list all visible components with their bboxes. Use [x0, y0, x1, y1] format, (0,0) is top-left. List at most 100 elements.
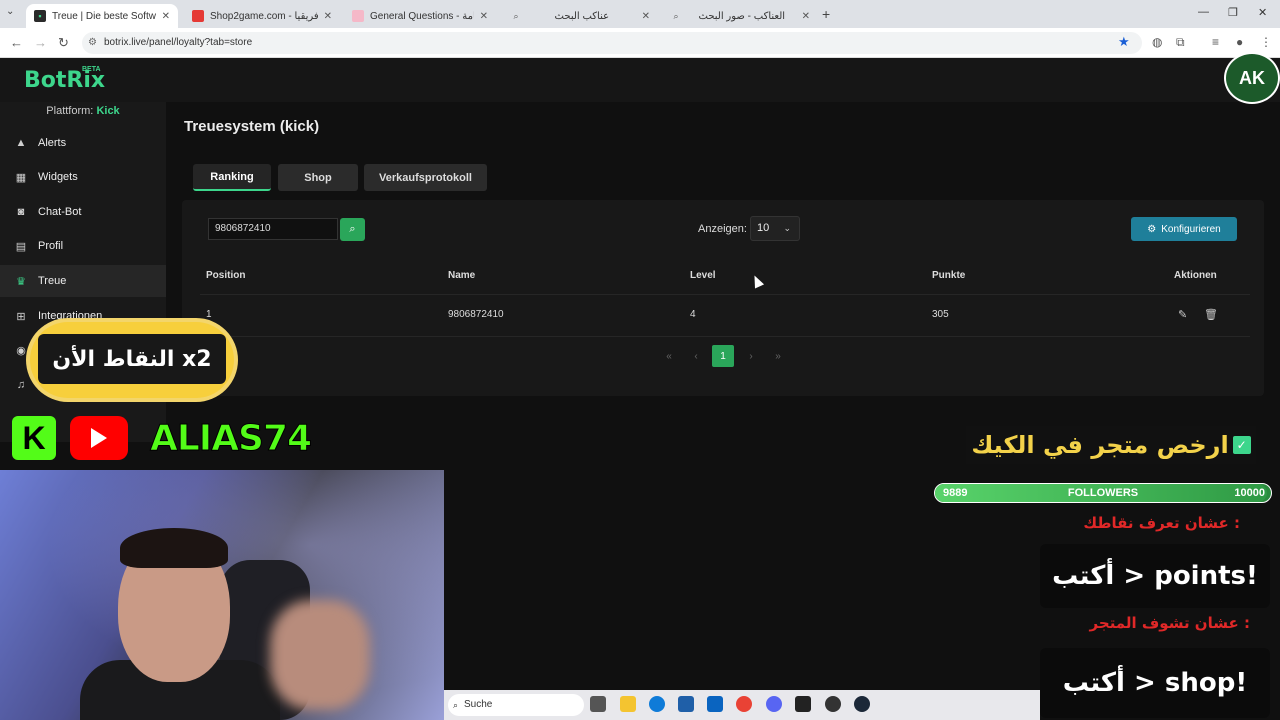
sidebar-item-label: Widgets — [38, 171, 78, 183]
page-title: Treuesystem (kick) — [184, 118, 320, 135]
search-icon: ⌕ — [673, 10, 679, 21]
search-button[interactable]: ⌕ — [340, 218, 365, 241]
robot-icon: ◙ — [17, 206, 25, 218]
grid-icon: ▦ — [15, 171, 27, 184]
taskbar-search-placeholder: Suche — [464, 699, 493, 710]
prev-page-icon[interactable]: ‹ — [685, 345, 707, 367]
tab-close-icon[interactable]: ✕ — [162, 11, 170, 22]
tab-close-icon[interactable]: ✕ — [480, 11, 488, 22]
steam-icon[interactable] — [854, 696, 870, 712]
tab-verkaufsprotokoll[interactable]: Verkaufsprotokoll — [364, 164, 487, 191]
cell-points: 305 — [932, 309, 949, 320]
tab-close-icon[interactable]: ✕ — [324, 11, 332, 22]
music-icon: ♫ — [16, 379, 26, 391]
sidebar-item-alerts[interactable]: ▲ Alerts — [0, 127, 166, 159]
address-bar-row: ← → ↻ ⚙ botrix.live/panel/loyalty?tab=st… — [0, 28, 1280, 58]
cell-name: 9806872410 — [448, 309, 504, 320]
url-field[interactable]: ⚙ botrix.live/panel/loyalty?tab=store — [82, 32, 1142, 54]
column-header-name[interactable]: Name — [448, 270, 475, 281]
menu-lines-icon[interactable]: ≡ — [1212, 35, 1219, 49]
tab-close-icon[interactable]: ✕ — [802, 11, 810, 22]
youtube-logo-icon — [70, 416, 128, 460]
minimize-icon[interactable]: — — [1198, 6, 1209, 18]
streamer-alias: ALIAS74 — [149, 418, 312, 460]
column-header-level[interactable]: Level — [690, 270, 716, 281]
search-input[interactable]: 9806872410 — [208, 218, 338, 240]
sidebar-item-label: Chat-Bot — [38, 206, 82, 218]
reload-icon[interactable]: ↻ — [58, 35, 69, 51]
sidebar-item-label: Treue — [38, 275, 67, 287]
browser-tab-active[interactable]: ▪ Treue | Die beste Software zur C ✕ — [26, 4, 178, 28]
avatar-text: AK — [1239, 67, 1265, 88]
header-divider — [200, 294, 1250, 295]
more-options-icon[interactable]: ⋮ — [1260, 35, 1272, 49]
search-icon: ⌕ — [349, 223, 356, 235]
sidebar-item-label: Profil — [38, 240, 64, 252]
column-header-position[interactable]: Position — [206, 270, 245, 281]
profile-icon[interactable]: ● — [1236, 35, 1243, 49]
back-icon[interactable]: ← — [10, 35, 23, 50]
taskbar-search[interactable]: ⌕ Suche — [448, 694, 584, 716]
tab-close-icon[interactable]: ✕ — [642, 11, 650, 22]
extension-icon[interactable]: ◍ — [1152, 35, 1162, 49]
new-tab-icon[interactable]: + — [822, 6, 830, 22]
avatar[interactable]: AK — [1224, 52, 1280, 104]
followers-goal: 10000 — [1234, 487, 1265, 499]
sidebar-item-chat-bot[interactable]: ◙ Chat-Bot — [0, 196, 166, 228]
kick-logo-icon: K — [12, 416, 56, 460]
tab-shop[interactable]: Shop — [278, 164, 358, 191]
sidebar-item-profil[interactable]: ▤ Profil — [0, 230, 166, 262]
tab-favicon-icon — [192, 10, 204, 22]
store-icon[interactable] — [678, 696, 694, 712]
points-multiplier-text: النقاط الأن x2 — [38, 334, 226, 384]
store-promo-text: ارخص متجر في الكيك — [971, 431, 1229, 459]
cell-level: 4 — [690, 309, 696, 320]
site-info-icon[interactable]: ⚙ — [88, 32, 97, 54]
show-label: Anzeigen: — [698, 223, 747, 235]
shop-command: أكتب > shop! — [1040, 648, 1270, 718]
page-button-current[interactable]: 1 — [712, 345, 734, 367]
points-hint: عشان تعرف نقاطك : — [1083, 514, 1240, 532]
points-multiplier-badge: النقاط الأن x2 — [30, 322, 234, 398]
puzzle-icon[interactable]: ⧉ — [1176, 35, 1185, 50]
shop-hint: عشان تشوف المتجر : — [1089, 614, 1250, 632]
obs-icon[interactable] — [825, 696, 841, 712]
browser-tab[interactable]: ⌕ العناكب - صور البحث ✕ — [662, 4, 818, 28]
id-card-icon: ▤ — [15, 240, 27, 253]
column-header-points[interactable]: Punkte — [932, 270, 965, 281]
next-page-icon[interactable]: › — [740, 345, 762, 367]
trash-icon[interactable]: 🗑 — [1204, 308, 1218, 321]
tab-title: Shop2game.com - لشمال أفريقيا — [210, 10, 318, 22]
edge-icon[interactable] — [649, 696, 665, 712]
trophy-icon: ♛ — [16, 275, 26, 288]
discord-icon[interactable] — [766, 696, 782, 712]
gamepad-icon: ◉ — [16, 344, 26, 357]
chrome-icon[interactable] — [736, 696, 752, 712]
tab-favicon-icon — [352, 10, 364, 22]
last-page-icon[interactable]: » — [767, 345, 789, 367]
restore-icon[interactable]: ❐ — [1228, 6, 1238, 19]
app-icon[interactable] — [795, 696, 811, 712]
sidebar-item-treue[interactable]: ♛ Treue — [0, 265, 166, 297]
column-header-actions: Aktionen — [1174, 270, 1217, 281]
configure-button[interactable]: ⚙ Konfigurieren — [1131, 217, 1237, 241]
page-size-value: 10 — [757, 222, 770, 234]
sidebar-item-widgets[interactable]: ▦ Widgets — [0, 161, 166, 193]
task-view-icon[interactable] — [590, 696, 606, 712]
outlook-icon[interactable] — [707, 696, 723, 712]
platform-label: Plattform: — [46, 105, 94, 117]
tab-ranking[interactable]: Ranking — [193, 164, 271, 191]
edit-icon[interactable]: ✎ — [1178, 308, 1187, 321]
first-page-icon[interactable]: « — [658, 345, 680, 367]
tab-title: العناكب - صور البحث — [698, 10, 786, 22]
app-header: BotRix BETA — [0, 58, 1280, 102]
page-size-select[interactable]: 10 ⌄ — [750, 216, 800, 241]
bookmark-star-icon[interactable]: ★ — [1118, 34, 1130, 50]
forward-icon[interactable]: → — [34, 35, 47, 50]
file-explorer-icon[interactable] — [620, 696, 636, 712]
tab-list-icon[interactable]: ⌄ — [6, 6, 14, 17]
close-window-icon[interactable]: ✕ — [1258, 6, 1267, 19]
browser-tab[interactable]: ⌕ عناكب البحث ✕ — [502, 4, 658, 28]
browser-tab[interactable]: General Questions - أسئلة عامة ✕ — [344, 4, 496, 28]
browser-tab[interactable]: Shop2game.com - لشمال أفريقيا ✕ — [184, 4, 340, 28]
